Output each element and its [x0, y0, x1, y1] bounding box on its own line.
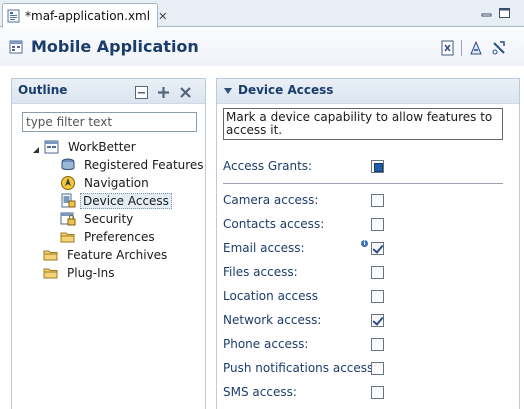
- export-xml-icon[interactable]: [440, 40, 456, 56]
- access-row: Camera access:: [223, 192, 513, 210]
- editor-tab-maf-application[interactable]: *maf-application.xml ✕: [2, 3, 167, 28]
- editor-tab-strip: *maf-application.xml ✕: [0, 0, 524, 28]
- tree-item-label: Security: [84, 212, 134, 226]
- minimize-icon[interactable]: [481, 7, 492, 17]
- collapse-twisty-icon[interactable]: [224, 88, 232, 94]
- application-icon: [44, 139, 60, 155]
- tree-item-label: Registered Features: [84, 158, 204, 172]
- access-row: Network access:: [223, 312, 513, 330]
- editor-header: Mobile Application: [0, 28, 524, 66]
- access-label: Location access: [223, 289, 319, 303]
- tree-item-label: Feature Archives: [67, 248, 168, 262]
- access-checkbox[interactable]: [371, 194, 384, 207]
- tools-icon[interactable]: [491, 40, 507, 56]
- page-title: Mobile Application: [31, 37, 199, 56]
- access-checkbox[interactable]: [371, 338, 384, 351]
- folder-icon: [43, 247, 59, 263]
- tree-item-plug-ins[interactable]: Plug-Ins: [43, 264, 119, 282]
- mobile-app-icon: [9, 39, 25, 55]
- access-checkbox[interactable]: [371, 362, 384, 375]
- security-icon: [60, 211, 76, 227]
- access-grants-row: Access Grants:: [223, 158, 513, 176]
- access-checkbox[interactable]: [371, 290, 384, 303]
- tree-item-label: Preferences: [84, 230, 155, 244]
- info-icon: i: [361, 240, 368, 247]
- device-access-icon: [60, 193, 76, 209]
- tree-item-device-access[interactable]: Device Access: [60, 192, 172, 210]
- access-label: Phone access:: [223, 337, 309, 351]
- access-checkbox[interactable]: [371, 314, 384, 327]
- device-access-section: Device Access Mark a device capability t…: [216, 78, 520, 409]
- access-grants-checkbox[interactable]: [371, 160, 384, 173]
- access-checkbox[interactable]: [371, 218, 384, 231]
- access-row: Phone access:: [223, 336, 513, 354]
- close-icon[interactable]: ✕: [158, 10, 167, 23]
- maximize-icon[interactable]: [499, 7, 510, 18]
- access-row: Push notifications access:: [223, 360, 513, 378]
- outline-header: Outline: [12, 79, 205, 104]
- xml-file-icon: [7, 9, 21, 23]
- tree-item-label: Plug-Ins: [67, 266, 115, 280]
- access-row: Location access: [223, 288, 513, 306]
- access-row: Files access:: [223, 264, 513, 282]
- tree-item-label: Device Access: [80, 193, 172, 209]
- tree-item-security[interactable]: Security: [60, 210, 137, 228]
- access-label: Files access:: [223, 265, 298, 279]
- features-icon: [60, 157, 76, 173]
- tree-item-registered-features[interactable]: Registered Features: [60, 156, 208, 174]
- editor-tab-label: *maf-application.xml: [25, 9, 151, 23]
- deploy-icon[interactable]: [468, 40, 484, 56]
- collapse-all-icon[interactable]: [135, 86, 148, 99]
- outline-filter-input[interactable]: [22, 112, 197, 132]
- add-icon[interactable]: [157, 86, 170, 99]
- outline-title: Outline: [18, 83, 68, 97]
- section-description: Mark a device capability to allow featur…: [223, 108, 503, 140]
- tree-item-preferences[interactable]: Preferences: [60, 228, 159, 246]
- toolbar-separator: [461, 40, 462, 56]
- access-row: SMS access:: [223, 384, 513, 402]
- folder-icon: [60, 229, 76, 245]
- access-label: Network access:: [223, 313, 322, 327]
- tree-item-workbetter[interactable]: WorkBetter: [32, 138, 140, 156]
- access-label: SMS access:: [223, 385, 297, 399]
- expanded-twisty-icon[interactable]: [32, 143, 40, 153]
- folder-icon: [43, 265, 59, 281]
- access-label: Contacts access:: [223, 217, 325, 231]
- access-checkbox[interactable]: [371, 266, 384, 279]
- section-header[interactable]: Device Access: [217, 79, 519, 104]
- access-row: Email access: i: [223, 240, 513, 258]
- navigation-icon: [60, 175, 76, 191]
- tree-item-label: WorkBetter: [68, 140, 136, 154]
- access-checkbox[interactable]: [371, 386, 384, 399]
- tree-item-feature-archives[interactable]: Feature Archives: [43, 246, 171, 264]
- tree-item-navigation[interactable]: Navigation: [60, 174, 153, 192]
- access-grants-label: Access Grants:: [223, 159, 313, 173]
- access-label: Push notifications access:: [223, 361, 378, 375]
- access-row: Contacts access:: [223, 216, 513, 234]
- access-label: Email access:: [223, 241, 305, 255]
- section-title: Device Access: [238, 83, 334, 97]
- access-checkbox[interactable]: [371, 242, 384, 255]
- delete-icon[interactable]: [179, 86, 192, 99]
- tree-item-label: Navigation: [84, 176, 149, 190]
- outline-panel: Outline WorkBetter Registered Features N…: [11, 78, 206, 409]
- access-label: Camera access:: [223, 193, 319, 207]
- divider: [223, 183, 503, 184]
